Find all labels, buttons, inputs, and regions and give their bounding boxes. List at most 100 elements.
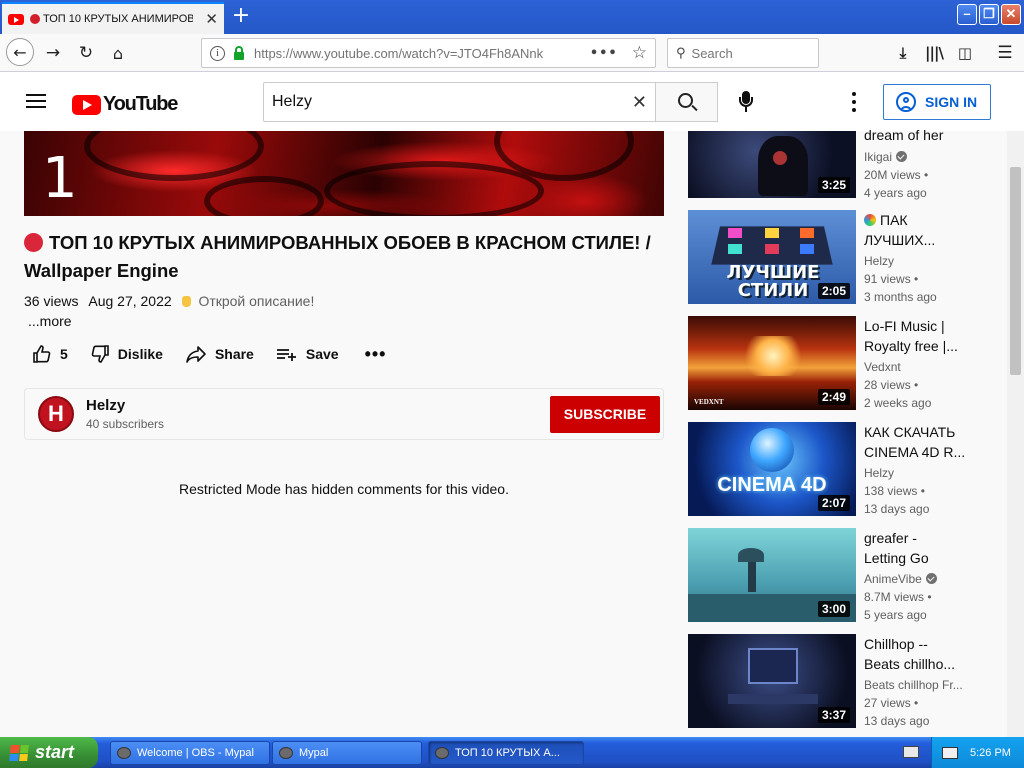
more-actions-icon[interactable]: ••• (365, 344, 387, 365)
recommendation-item[interactable]: 3:37 Chillhop -- Beats chillho... Beats c… (688, 634, 998, 728)
scrollbar-thumb[interactable] (1010, 167, 1021, 375)
forward-button[interactable]: → (40, 40, 66, 66)
recommendation-channel[interactable]: Helzy (864, 466, 894, 480)
new-tab-button[interactable]: + (230, 5, 252, 27)
recommendation-item[interactable]: ЛУЧШИЕ СТИЛИ 2:05 ПАК ЛУЧШИХ... Helzy 91 … (688, 210, 998, 304)
share-button[interactable]: Share (185, 344, 254, 364)
reload-button[interactable]: ↻ (73, 40, 99, 66)
youtube-logo[interactable]: YouTube (72, 93, 178, 116)
video-player[interactable]: 1 (24, 131, 664, 216)
info-icon[interactable]: i (210, 45, 225, 61)
recommendation-age: 3 months ago (864, 290, 937, 304)
browser-search-input[interactable] (691, 45, 802, 61)
channel-avatar[interactable]: H (38, 396, 74, 432)
recommendation-channel[interactable]: Vedxnt (864, 360, 901, 374)
video-thumbnail[interactable]: 3:37 (688, 634, 856, 728)
video-duration: 2:49 (817, 389, 850, 405)
mypal-app-icon (279, 747, 293, 759)
recommendation-item[interactable]: 3:00 greafer - Letting Go AnimeVibe 8.7M … (688, 528, 998, 622)
network-icon[interactable] (942, 746, 958, 759)
show-more-link[interactable]: ...more (28, 313, 72, 329)
video-thumbnail[interactable]: VEDXNT 2:49 (688, 316, 856, 410)
video-thumbnail[interactable]: 3:25 (688, 131, 856, 198)
bookmark-star-icon[interactable]: ☆ (632, 43, 647, 63)
tab-close-icon[interactable]: ✕ (205, 10, 218, 28)
library-icon: |||\ (925, 44, 944, 62)
guide-menu-icon[interactable] (26, 94, 46, 108)
browser-tab-strip: ТОП 10 КРУТЫХ АНИМИРОВАН ✕ + – ❐ ✕ (0, 0, 1024, 34)
hamburger-menu-icon: ☰ (997, 43, 1013, 63)
tab-title: ТОП 10 КРУТЫХ АНИМИРОВАН (43, 13, 193, 25)
mypal-app-icon (435, 747, 449, 759)
youtube-search-input[interactable]: Helzy (272, 93, 312, 111)
home-icon: ⌂ (112, 43, 124, 63)
subscribe-button[interactable]: SUBSCRIBE (550, 396, 660, 433)
video-duration: 3:25 (817, 177, 850, 193)
thumbs-down-icon (91, 345, 109, 363)
library-button[interactable]: |||\ (921, 40, 947, 66)
start-button[interactable]: start (0, 737, 98, 768)
youtube-search-box[interactable]: Helzy ✕ (263, 82, 655, 122)
minimize-button[interactable]: – (957, 4, 977, 25)
channel-name[interactable]: Helzy (86, 397, 125, 414)
browser-search-box[interactable]: ⚲ (667, 38, 819, 68)
save-label: Save (305, 346, 339, 362)
pointing-hand-icon (181, 296, 191, 307)
taskbar-clock[interactable]: 5:26 PM (970, 747, 1011, 759)
recommendation-views: 28 views • (864, 378, 919, 392)
browser-tab-active[interactable]: ТОП 10 КРУТЫХ АНИМИРОВАН ✕ (2, 2, 224, 34)
subscriber-count: 40 subscribers (86, 417, 165, 431)
recommendation-channel[interactable]: Helzy (864, 254, 894, 268)
taskbar-item-video[interactable]: ТОП 10 КРУТЫХ А... (428, 741, 584, 765)
thumbnail-caption: VEDXNT (694, 398, 724, 406)
download-icon: ⤓ (899, 44, 907, 62)
windows-flag-icon (9, 744, 29, 761)
recommendation-item[interactable]: CINEMA 4D 2:07 КАК СКАЧАТЬ CINEMA 4D R...… (688, 422, 998, 516)
back-button[interactable]: ← (6, 38, 34, 66)
like-button[interactable]: 5 (32, 344, 68, 364)
recommendation-channel[interactable]: AnimeVibe (864, 572, 937, 586)
save-button[interactable]: Save (276, 344, 339, 364)
verified-badge-icon (896, 151, 908, 162)
page-actions-icon[interactable]: ••• (590, 46, 618, 61)
windows-taskbar: start Welcome | OBS - Mypal Mypal ТОП 10… (0, 737, 1024, 768)
sidebar-icon: ◫ (957, 44, 973, 62)
recommendation-item[interactable]: VEDXNT 2:49 Lo-FI Music | Royalty free |.… (688, 316, 998, 410)
home-button[interactable]: ⌂ (105, 40, 131, 66)
recommendation-title: dream of her (864, 127, 944, 143)
video-thumbnail[interactable]: ЛУЧШИЕ СТИЛИ 2:05 (688, 210, 856, 304)
video-thumbnail[interactable]: CINEMA 4D 2:07 (688, 422, 856, 516)
recommendation-channel[interactable]: Beats chillhop Fr... (864, 678, 963, 692)
address-bar[interactable]: i https://www.youtube.com/watch?v=JTO4Fh… (201, 38, 656, 68)
thumbnail-rank-number: 1 (42, 146, 78, 211)
maximize-button[interactable]: ❐ (979, 4, 999, 25)
video-title-text: ТОП 10 КРУТЫХ АНИМИРОВАННЫХ ОБОЕВ В КРАС… (24, 232, 651, 281)
video-meta[interactable]: 36 views Aug 27, 2022 Открой описание! (24, 293, 314, 309)
url-text[interactable]: https://www.youtube.com/watch?v=JTO4Fh8A… (254, 46, 543, 61)
recommendation-age: 5 years ago (864, 608, 927, 622)
video-title: ТОП 10 КРУТЫХ АНИМИРОВАННЫХ ОБОЕВ В КРАС… (24, 229, 664, 285)
video-thumbnail[interactable]: 3:00 (688, 528, 856, 622)
taskbar-item-obs[interactable]: Welcome | OBS - Mypal (110, 741, 270, 765)
recommendation-title: Chillhop -- Beats chillho... (864, 636, 956, 672)
video-duration: 2:05 (817, 283, 850, 299)
red-circle-icon (30, 14, 40, 24)
recommendation-title: ПАК ЛУЧШИХ... (864, 212, 936, 248)
keyboard-icon[interactable] (903, 746, 919, 758)
recommendation-channel[interactable]: Ikigai (864, 150, 908, 164)
comments-restricted-notice: Restricted Mode has hidden comments for … (179, 481, 509, 497)
page-scrollbar[interactable] (1007, 131, 1024, 737)
window-close-button[interactable]: ✕ (1001, 4, 1021, 25)
share-label: Share (214, 346, 254, 362)
dislike-button[interactable]: Dislike (90, 344, 163, 364)
system-tray: 5:26 PM (931, 737, 1024, 768)
save-playlist-icon (276, 349, 296, 361)
sidebar-toggle-button[interactable]: ◫ (952, 40, 978, 66)
downloads-button[interactable]: ⤓ (890, 40, 916, 66)
taskbar-item-mypal[interactable]: Mypal (272, 741, 422, 765)
upload-date: Aug 27, 2022 (88, 293, 172, 309)
recommendation-item[interactable]: 3:25 dream of her Ikigai 20M views • 4 y… (688, 104, 998, 200)
verified-badge-icon (925, 573, 937, 584)
clear-search-icon[interactable]: ✕ (632, 92, 647, 113)
browser-menu-button[interactable]: ☰ (992, 40, 1018, 66)
